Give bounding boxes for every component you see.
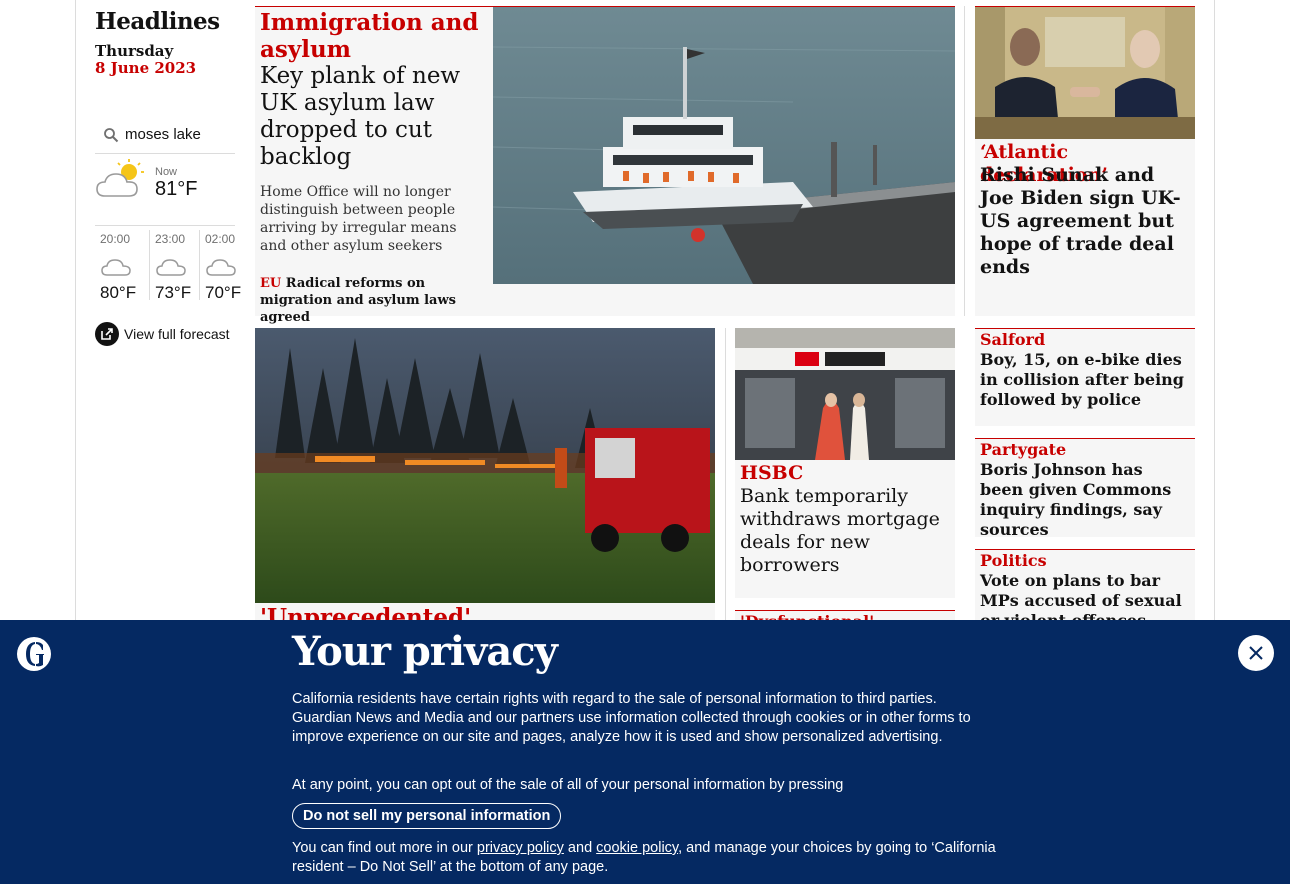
story-headline[interactable]: Boy, 15, on e-bike dies in collision aft… [980,350,1190,410]
cloud-icon [101,259,131,276]
cookie-policy-link[interactable]: cookie policy [596,840,678,856]
forecast-time: 20:00 [100,232,131,246]
story-headline[interactable]: Boris Johnson has been given Commons inq… [980,460,1190,540]
date-full: 8 June 2023 [95,59,197,77]
forecast-item: 23:00 73°F [149,230,201,302]
privacy-paragraph: California residents have certain rights… [292,691,971,745]
guardian-logo-icon[interactable] [16,636,52,672]
story-headline[interactable]: Key plank of new UK asylum law dropped t… [260,63,490,171]
main-story-card[interactable]: Immigration and asylum Key plank of new … [255,6,955,325]
small-story-card[interactable]: Partygate Boris Johnson has been given C… [975,438,1195,540]
story-standfirst: Home Office will no longer distinguish b… [260,184,457,254]
privacy-paragraph: You can find out more in our privacy pol… [292,839,997,877]
sublink[interactable]: EU Radical reforms on migration and asyl… [260,275,480,326]
forecast-temp: 73°F [155,283,192,302]
external-link-icon [95,322,119,346]
forecast-temp: 80°F [100,283,137,302]
date-day: Thursday [95,42,174,60]
small-story-card[interactable]: Salford Boy, 15, on e-bike dies in colli… [975,328,1195,426]
privacy-title: Your privacy [292,628,558,675]
weather-forecast: 20:00 80°F 23:00 73°F 02:00 70°F [95,230,243,302]
hsbc-branch-photo [735,328,955,460]
weather-location-search[interactable]: moses lake [95,120,235,154]
story-headline[interactable]: Bank temporarily withdraws mortgage deal… [740,485,950,577]
sublink-headline: Radical reforms on migration and asylum … [260,276,456,325]
boat-photo [493,7,955,284]
column-divider [725,328,726,628]
wildfire-photo [255,328,715,603]
forecast-item: 02:00 70°F [199,230,243,302]
privacy-text: You can find out more in our [292,840,477,856]
privacy-policy-link[interactable]: privacy policy [477,840,564,856]
forecast-item: 20:00 80°F [95,230,147,302]
partly-cloudy-icon [96,159,144,197]
full-forecast-label: View full forecast [124,326,230,342]
do-not-sell-button[interactable]: Do not sell my personal information [292,803,562,829]
column-divider [964,6,965,316]
weather-location-label: moses lake [125,126,201,143]
privacy-paragraph: At any point, you can opt out of the sal… [292,777,844,793]
forecast-time: 23:00 [155,232,186,246]
search-icon [104,128,119,143]
forecast-temp: 70°F [205,283,242,302]
weather-now-label: Now [155,166,178,178]
section-title: Headlines [95,8,220,35]
sublink-kicker: EU [260,276,282,291]
small-story-card[interactable]: Politics Vote on plans to bar MPs accuse… [975,549,1195,624]
sunak-biden-photo [975,7,1195,139]
side-story-card[interactable]: ‘Atlantic declaration’ Rishi Sunak and J… [975,6,1195,316]
story-kicker: Salford [980,330,1046,349]
weather-now-temp: 81°F [155,178,198,200]
privacy-banner: Your privacy California residents have c… [0,620,1290,884]
privacy-text: and [563,840,597,856]
story-kicker: Immigration and asylum [260,9,479,63]
weather-now: Now 81°F [95,158,235,226]
close-icon [1249,646,1263,660]
fire-story-card[interactable]: 'Unprecedented' [255,328,715,631]
story-kicker: HSBC [740,462,804,484]
story-kicker: Partygate [980,440,1067,459]
story-headline[interactable]: Vote on plans to bar MPs accused of sexu… [980,571,1190,624]
cloud-icon [206,259,236,276]
cloud-icon [156,259,186,276]
hsbc-story-card[interactable]: HSBC Bank temporarily withdraws mortgage… [735,328,955,598]
story-kicker: Politics [980,551,1047,570]
forecast-time: 02:00 [205,232,236,246]
story-headline[interactable]: Rishi Sunak and Joe Biden sign UK-US agr… [980,164,1190,279]
full-forecast-link[interactable]: View full forecast [95,321,230,347]
close-banner-button[interactable] [1238,635,1274,671]
